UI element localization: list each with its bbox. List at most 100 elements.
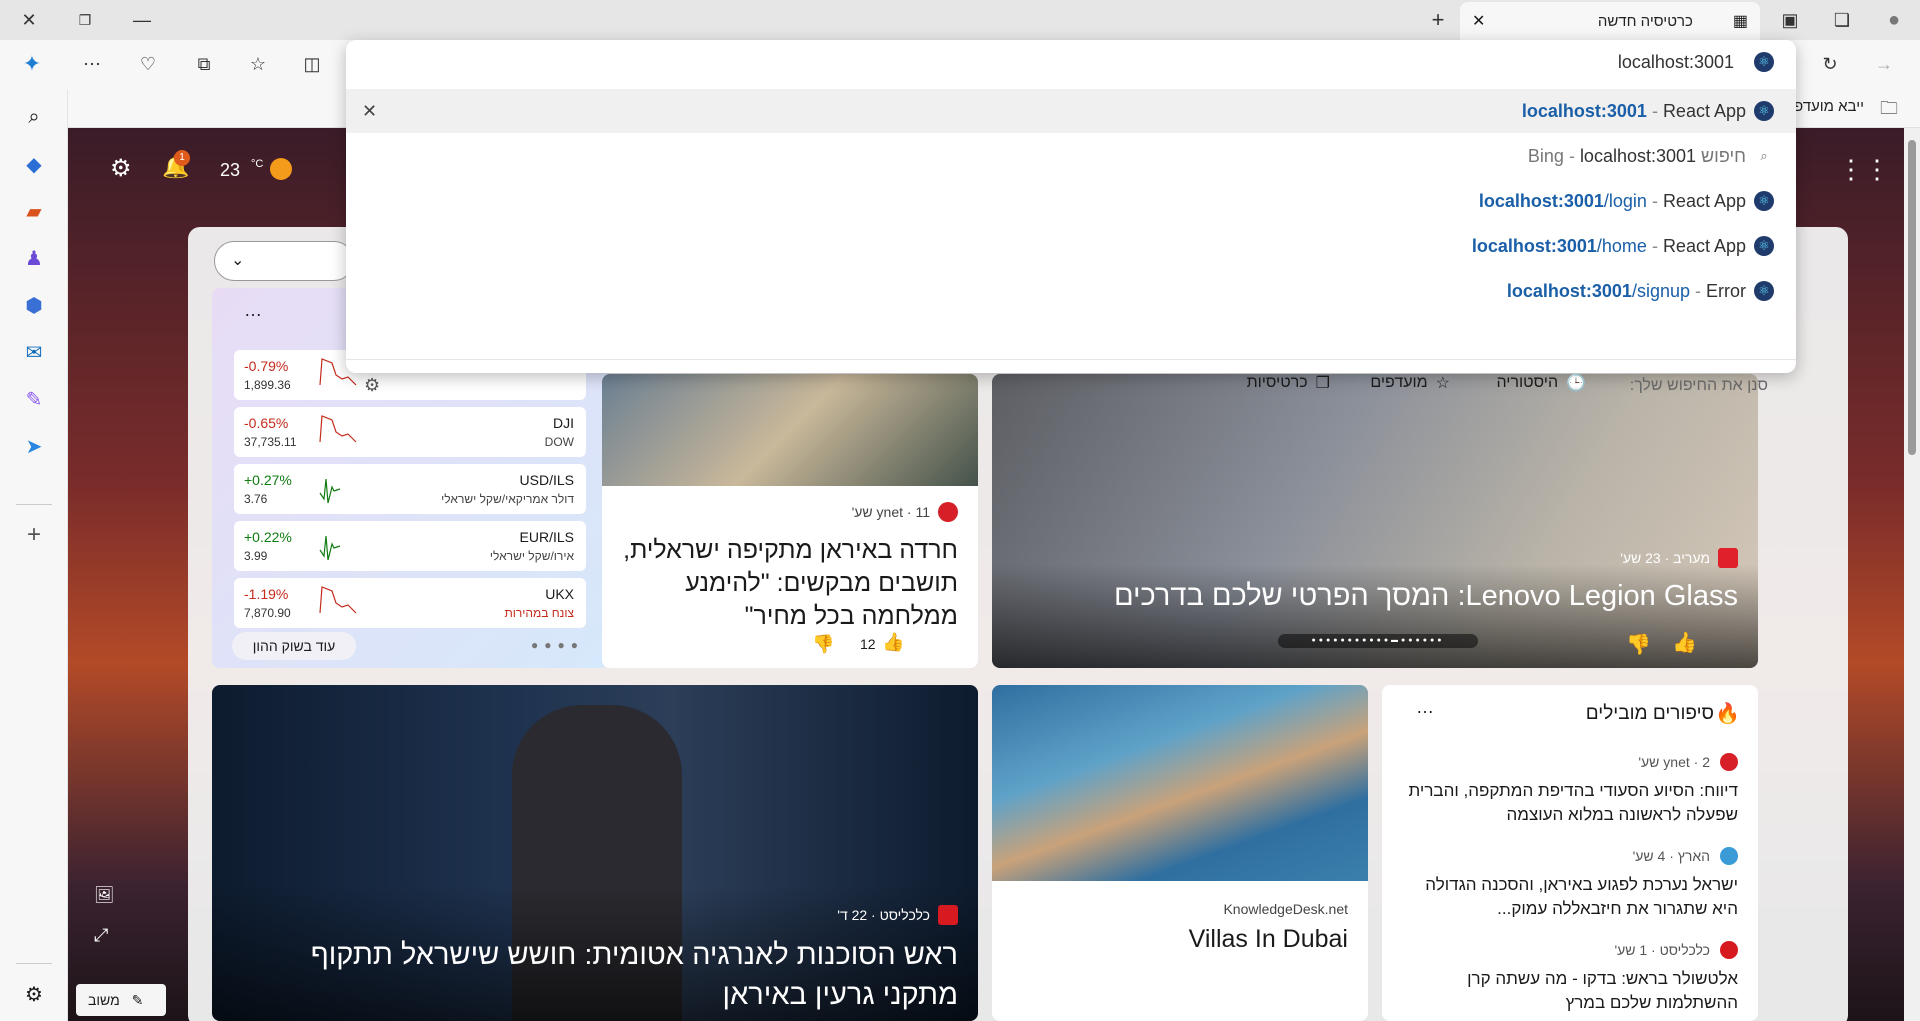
stocks-pager-dots[interactable]: ●●●● — [531, 638, 584, 652]
weather-sun-icon[interactable] — [270, 158, 292, 180]
hero-news-card[interactable]: מעריב · 23 שע' Lenovo Legion Glass: המסך… — [992, 374, 1758, 668]
tab-new-tab[interactable]: ▦ כרטיסיה חדשה ✕ — [1460, 2, 1760, 40]
top-story-item[interactable]: כלכליסט · 1 שע' אלטשולר בראש: בדקו - מה ע… — [1408, 941, 1738, 1021]
profile-avatar-icon[interactable]: ● — [1880, 6, 1908, 34]
stock-sparkline — [319, 478, 341, 504]
copilot-icon[interactable]: ✦ — [18, 50, 46, 78]
news-source: ynet — [876, 504, 903, 520]
top-stories-card: 🔥 סיפורים מובילים … ynet · 2 שע' דיווח: ה… — [1382, 685, 1758, 1021]
stock-subtitle: צונח במהירות — [504, 606, 574, 620]
calcalist-logo-icon — [938, 905, 958, 925]
carousel-dots[interactable]: ●●●●●●●●●●●▬●●●●●● — [1278, 634, 1478, 648]
top-stories-more-icon[interactable]: … — [1416, 697, 1434, 718]
story-source: הארץ — [1677, 848, 1710, 864]
suggestion-item[interactable]: ⚛ localhost:3001/login - React App — [346, 179, 1796, 223]
minimize-window-icon[interactable]: — — [128, 6, 156, 34]
expand-icon[interactable]: ⤢ — [94, 925, 108, 946]
suggestion-item[interactable]: ⚛ localhost:3001/signup - Error — [346, 269, 1796, 313]
thumbs-down-icon[interactable]: 👎 — [812, 634, 834, 655]
stock-row[interactable]: -0.65% 37,735.11 DJI DOW — [234, 407, 586, 457]
feedback-button[interactable]: משוב ✎ — [76, 984, 166, 1016]
big-news-time: 22 ד' — [837, 907, 868, 923]
story-text: אלטשולר בראש: בדקו - מה עשתה קרן ההשתלמו… — [1467, 969, 1738, 1012]
suggestion-title: React App — [1662, 190, 1746, 211]
hero-headline[interactable]: Lenovo Legion Glass: המסך הפרטי שלכם בדר… — [1008, 580, 1738, 613]
news-card-iran[interactable]: ynet · 11 שע' חרדה באיראן מתקיפה ישראלית… — [602, 374, 978, 668]
sparkline-path — [319, 415, 357, 443]
suggestion-host: localhost:3001 — [1478, 190, 1604, 211]
hero-thumbs-up-icon[interactable]: 👍 — [1672, 630, 1697, 655]
feed-dropdown[interactable]: ⌄ — [214, 241, 354, 281]
stock-subtitle: אירו/שקל ישראלי — [489, 549, 574, 563]
sparkline-path — [319, 586, 357, 614]
shopping-tag-icon[interactable]: ◆ — [17, 147, 51, 181]
favorites-star-icon[interactable]: ☆ — [244, 50, 272, 78]
stock-name: UKX — [545, 586, 574, 602]
apps-launcher-icon[interactable]: ⋮⋮ — [1838, 154, 1890, 185]
big-news-headline[interactable]: ראש הסוכנות לאנרגיה אטומית: חושש שישראל … — [238, 935, 958, 1015]
history-icon: 🕒 — [1566, 375, 1586, 392]
browser-essentials-icon[interactable]: ♡ — [134, 50, 162, 78]
stock-row[interactable]: +0.27% 3.76 USD/ILS דולר אמריקאי/שקל ישראלי — [234, 464, 586, 514]
suggestion-item[interactable]: ⚛ localhost:3001 - React App ✕ — [346, 89, 1796, 133]
notification-count-badge: 1 — [174, 150, 190, 166]
add-sidebar-app-icon[interactable]: + — [17, 518, 51, 552]
suggestion-text: localhost:3001 - React App — [1522, 101, 1746, 122]
dropdown-settings-icon[interactable]: ⚙ — [364, 375, 380, 396]
filter-history-label: היסטוריה — [1496, 374, 1559, 391]
thumbs-up-icon[interactable]: 👍 — [882, 632, 904, 653]
story-time: 4 שע' — [1632, 848, 1666, 864]
filter-favorites-button[interactable]: ☆ מועדפים — [1370, 373, 1450, 393]
suggestion-separator: - — [1646, 190, 1663, 211]
tools-icon[interactable]: ▰ — [17, 194, 51, 228]
background-image-icon[interactable]: 🖼 — [94, 885, 114, 905]
collections-icon[interactable]: ⧉ — [190, 50, 218, 78]
more-options-icon[interactable]: ⋯ — [78, 50, 106, 78]
suggestion-separator: - — [1646, 235, 1663, 256]
suggestion-item[interactable]: ⌕ חיפוש Bing - localhost:3001 — [346, 134, 1796, 178]
source-logo-icon — [1720, 753, 1738, 771]
ad-card-dubai[interactable]: KnowledgeDesk.net Villas In Dubai — [992, 685, 1368, 1021]
filter-history-button[interactable]: 🕒 היסטוריה — [1496, 373, 1586, 393]
top-story-item[interactable]: ynet · 2 שע' דיווח: הסיוע הסעודי בהדיפת ה… — [1408, 753, 1738, 833]
hero-thumbs-down-icon[interactable]: 👎 — [1626, 632, 1651, 657]
designer-icon[interactable]: ✎ — [17, 382, 51, 416]
suggestion-text: localhost:3001/login - React App — [1479, 191, 1746, 212]
split-screen-icon[interactable]: ◫ — [298, 50, 326, 78]
remove-suggestion-icon[interactable]: ✕ — [362, 101, 377, 122]
address-input[interactable]: localhost:3001 — [1134, 52, 1734, 73]
stock-row[interactable]: -1.19% 7,870.90 UKX צונח במהירות — [234, 578, 586, 628]
search-icon[interactable]: ⌕ — [17, 100, 51, 134]
filter-tabs-button[interactable]: ❐ כרטיסיות — [1247, 373, 1330, 393]
story-time: 1 שע' — [1614, 942, 1648, 958]
workspaces-icon[interactable]: ❏ — [1828, 6, 1856, 34]
react-site-icon: ⚛ — [1754, 191, 1774, 211]
microsoft365-icon[interactable]: ⬢ — [17, 288, 51, 322]
scrollbar-thumb[interactable] — [1908, 140, 1916, 455]
restore-window-icon[interactable]: ❐ — [71, 6, 99, 34]
sidebar-settings-icon[interactable]: ⚙ — [17, 977, 51, 1011]
stocks-more-icon[interactable]: … — [244, 300, 262, 321]
more-markets-button[interactable]: עוד בשוק ההון — [232, 632, 356, 660]
stock-name: DJI — [553, 415, 574, 431]
tab-actions-icon[interactable]: ▣ — [1776, 6, 1804, 34]
new-tab-icon[interactable]: + — [1424, 6, 1452, 34]
top-story-item[interactable]: הארץ · 4 שע' ישראל נערכת לפגוע באיראן, וה… — [1408, 847, 1738, 927]
stock-change: -1.19% — [244, 586, 289, 602]
stock-value: 3.76 — [244, 492, 268, 506]
stock-row[interactable]: +0.22% 3.99 EUR/ILS אירו/שקל ישראלי — [234, 521, 586, 571]
news-headline[interactable]: חרדה באיראן מתקיפה ישראלית, תושבים מבקשי… — [618, 534, 958, 633]
page-settings-icon[interactable]: ⚙ — [110, 154, 132, 183]
refresh-icon[interactable]: ↻ — [1816, 50, 1844, 78]
games-icon[interactable]: ♟ — [17, 241, 51, 275]
suggestion-item[interactable]: ⚛ localhost:3001/home - React App — [346, 224, 1796, 268]
outlook-icon[interactable]: ✉ — [17, 335, 51, 369]
ad-title[interactable]: Villas In Dubai — [1189, 925, 1348, 954]
tab-close-icon[interactable]: ✕ — [1472, 11, 1485, 31]
close-window-icon[interactable]: ✕ — [15, 6, 43, 34]
stock-value: 1,899.36 — [244, 378, 291, 392]
send-icon[interactable]: ➤ — [17, 429, 51, 463]
address-bar-dropdown: localhost:3001 ⚛ ⚛ localhost:3001 - React… — [346, 40, 1796, 395]
page-scrollbar[interactable] — [1904, 128, 1920, 1021]
news-card-nuclear[interactable]: כלכליסט · 22 ד' ראש הסוכנות לאנרגיה אטומ… — [212, 685, 978, 1021]
